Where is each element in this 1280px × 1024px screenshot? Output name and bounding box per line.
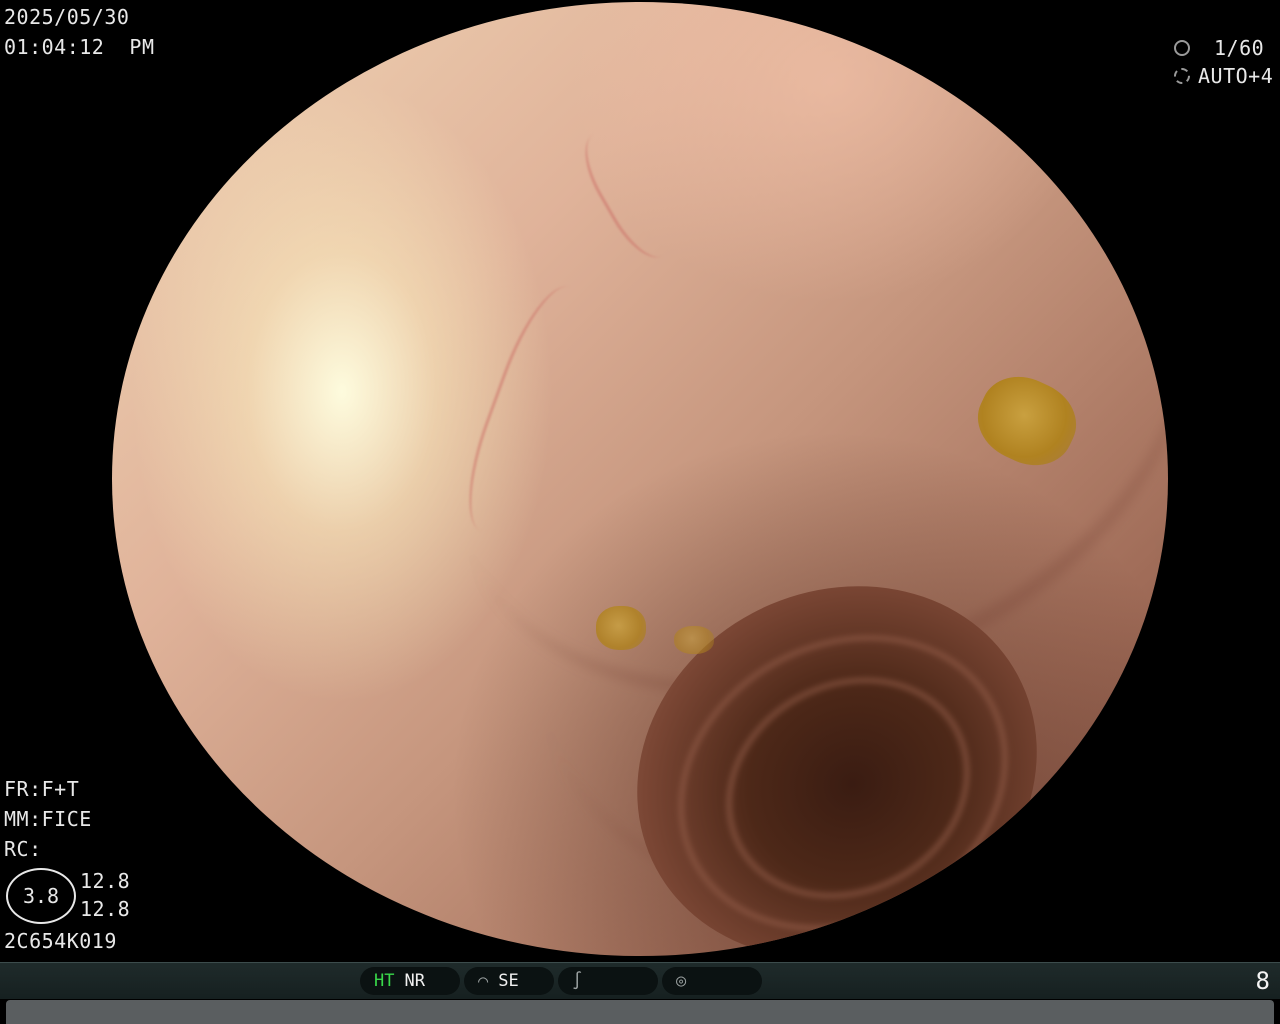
endoscope-view: [112, 2, 1168, 956]
stool-debris: [674, 626, 714, 654]
fr-setting: FR:F+T: [4, 777, 80, 801]
nr-indicator[interactable]: NR: [404, 971, 424, 991]
stool-debris: [596, 606, 646, 650]
scope-id: 2C654K019: [4, 929, 117, 953]
color-mode-icon: ◎: [676, 971, 687, 991]
rc-value: 3.8: [22, 884, 60, 908]
ht-indicator[interactable]: HT: [374, 971, 394, 991]
shutter-speed: 1/60: [1214, 36, 1265, 60]
ht-nr-pill[interactable]: HT NR: [360, 967, 460, 995]
color-mode-pill[interactable]: ◎: [662, 967, 762, 995]
structure-enhance-icon: ⌒: [478, 971, 489, 991]
bottom-strip: [6, 1000, 1274, 1024]
value-a: 12.8: [80, 869, 131, 893]
edge-pill[interactable]: ∫: [558, 967, 658, 995]
se-pill[interactable]: ⌒ SE: [464, 967, 554, 995]
status-bar: HT NR ⌒ SE ∫ ◎: [0, 962, 1280, 999]
value-b: 12.8: [80, 897, 131, 921]
se-indicator[interactable]: SE: [498, 971, 518, 991]
edge-enhance-icon: ∫: [572, 971, 583, 991]
mm-setting: MM:FICE: [4, 807, 92, 831]
shutter-icon: [1174, 40, 1190, 56]
rc-label: RC:: [4, 837, 42, 861]
iris-setting: AUTO+4: [1198, 64, 1274, 88]
time-label: 01:04:12 PM: [4, 35, 155, 59]
page-number: 8: [1255, 967, 1270, 995]
date-label: 2025/05/30: [4, 5, 130, 29]
iris-icon: [1174, 68, 1190, 84]
rc-value-badge: 3.8: [6, 868, 76, 924]
